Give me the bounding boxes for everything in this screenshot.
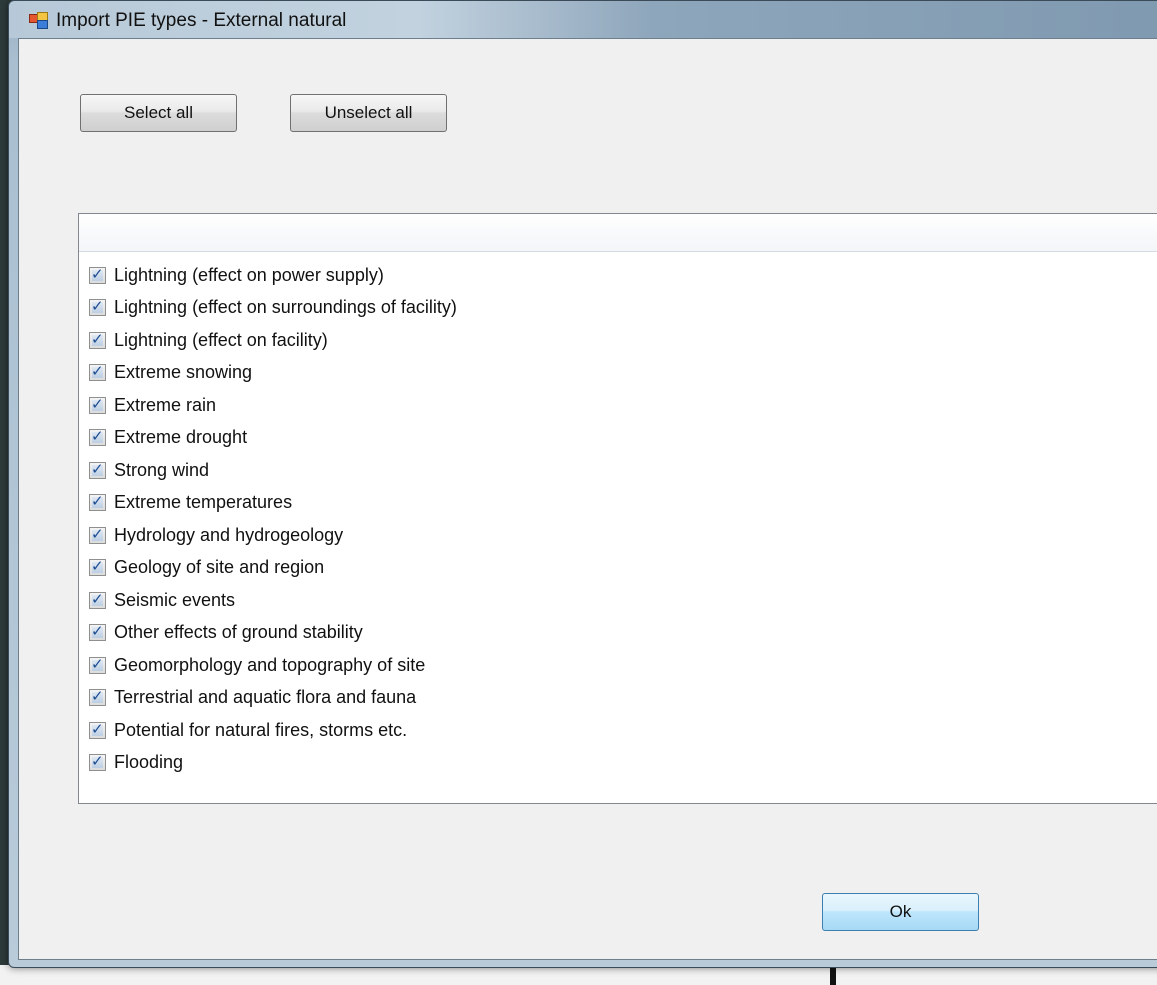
item-checkbox[interactable]: ✓ xyxy=(89,720,106,739)
item-label: Extreme drought xyxy=(114,427,248,448)
item-label: Extreme temperatures xyxy=(114,492,293,513)
unselect-all-button[interactable]: Unselect all xyxy=(290,94,447,132)
check-icon: ✓ xyxy=(91,395,104,413)
app-icon xyxy=(29,12,48,29)
list-item[interactable]: ✓ Hydrology and hydrogeology xyxy=(89,519,457,552)
window-title: Import PIE types - External natural xyxy=(56,10,347,31)
check-icon: ✓ xyxy=(91,525,104,543)
check-icon: ✓ xyxy=(91,623,104,641)
background-divider xyxy=(830,965,836,985)
list-item[interactable]: ✓ Potential for natural fires, storms etc… xyxy=(89,714,457,747)
check-icon: ✓ xyxy=(91,558,104,576)
item-checkbox[interactable]: ✓ xyxy=(89,558,106,577)
list-item[interactable]: ✓ Other effects of ground stability xyxy=(89,617,457,650)
check-icon: ✓ xyxy=(91,298,104,316)
list-item[interactable]: ✓ Seismic events xyxy=(89,584,457,617)
item-label: Lightning (effect on surroundings of fac… xyxy=(114,297,457,318)
item-label: Geology of site and region xyxy=(114,557,325,578)
dialog-client-area: Select all Unselect all ✓ Lightning (effe… xyxy=(18,38,1157,960)
item-checkbox[interactable]: ✓ xyxy=(89,525,106,544)
background-taskbar xyxy=(0,965,1157,985)
check-icon: ✓ xyxy=(91,655,104,673)
check-icon: ✓ xyxy=(91,265,104,283)
select-all-button[interactable]: Select all xyxy=(80,94,237,132)
check-icon: ✓ xyxy=(91,720,104,738)
check-icon: ✓ xyxy=(91,753,104,771)
list-item[interactable]: ✓ Extreme drought xyxy=(89,422,457,455)
item-checkbox[interactable]: ✓ xyxy=(89,688,106,707)
check-icon: ✓ xyxy=(91,363,104,381)
ok-button[interactable]: Ok xyxy=(822,893,979,931)
item-label: Strong wind xyxy=(114,459,210,480)
list-item[interactable]: ✓ Lightning (effect on power supply) xyxy=(89,259,457,292)
list-header xyxy=(79,214,1157,252)
list-item[interactable]: ✓ Extreme temperatures xyxy=(89,487,457,520)
check-icon: ✓ xyxy=(91,428,104,446)
item-label: Lightning (effect on power supply) xyxy=(114,264,384,285)
list-item[interactable]: ✓ Extreme snowing xyxy=(89,357,457,390)
item-checkbox[interactable]: ✓ xyxy=(89,265,106,284)
item-checkbox[interactable]: ✓ xyxy=(89,590,106,609)
item-checkbox[interactable]: ✓ xyxy=(89,655,106,674)
item-label: Extreme rain xyxy=(114,394,217,415)
item-checkbox[interactable]: ✓ xyxy=(89,298,106,317)
check-icon: ✓ xyxy=(91,460,104,478)
item-label: Flooding xyxy=(114,752,184,773)
item-checkbox[interactable]: ✓ xyxy=(89,460,106,479)
check-icon: ✓ xyxy=(91,688,104,706)
item-checkbox[interactable]: ✓ xyxy=(89,428,106,447)
list-item[interactable]: ✓ Extreme rain xyxy=(89,389,457,422)
item-checkbox[interactable]: ✓ xyxy=(89,753,106,772)
pie-types-checklist[interactable]: ✓ Lightning (effect on power supply) ✓ Ligh… xyxy=(78,213,1157,804)
check-icon: ✓ xyxy=(91,493,104,511)
list-item[interactable]: ✓ Flooding xyxy=(89,747,457,780)
list-item[interactable]: ✓ Geology of site and region xyxy=(89,552,457,585)
item-checkbox[interactable]: ✓ xyxy=(89,623,106,642)
check-icon: ✓ xyxy=(91,590,104,608)
item-checkbox[interactable]: ✓ xyxy=(89,395,106,414)
item-label: Potential for natural fires, storms etc. xyxy=(114,719,408,740)
item-checkbox[interactable]: ✓ xyxy=(89,330,106,349)
list-items: ✓ Lightning (effect on power supply) ✓ Ligh… xyxy=(89,259,457,779)
import-pie-types-dialog: Import PIE types - External natural Sele… xyxy=(8,0,1157,968)
item-label: Seismic events xyxy=(114,589,236,610)
list-item[interactable]: ✓ Lightning (effect on surroundings of fa… xyxy=(89,292,457,325)
item-checkbox[interactable]: ✓ xyxy=(89,493,106,512)
item-label: Hydrology and hydrogeology xyxy=(114,524,344,545)
item-label: Lightning (effect on facility) xyxy=(114,329,328,350)
item-label: Terrestrial and aquatic flora and fauna xyxy=(114,687,417,708)
item-label: Other effects of ground stability xyxy=(114,622,363,643)
list-item[interactable]: ✓ Lightning (effect on facility) xyxy=(89,324,457,357)
list-item[interactable]: ✓ Terrestrial and aquatic flora and fauna xyxy=(89,682,457,715)
item-label: Extreme snowing xyxy=(114,362,253,383)
list-item[interactable]: ✓ Strong wind xyxy=(89,454,457,487)
item-label: Geomorphology and topography of site xyxy=(114,654,426,675)
item-checkbox[interactable]: ✓ xyxy=(89,363,106,382)
check-icon: ✓ xyxy=(91,330,104,348)
list-item[interactable]: ✓ Geomorphology and topography of site xyxy=(89,649,457,682)
title-bar[interactable]: Import PIE types - External natural xyxy=(9,1,1157,38)
